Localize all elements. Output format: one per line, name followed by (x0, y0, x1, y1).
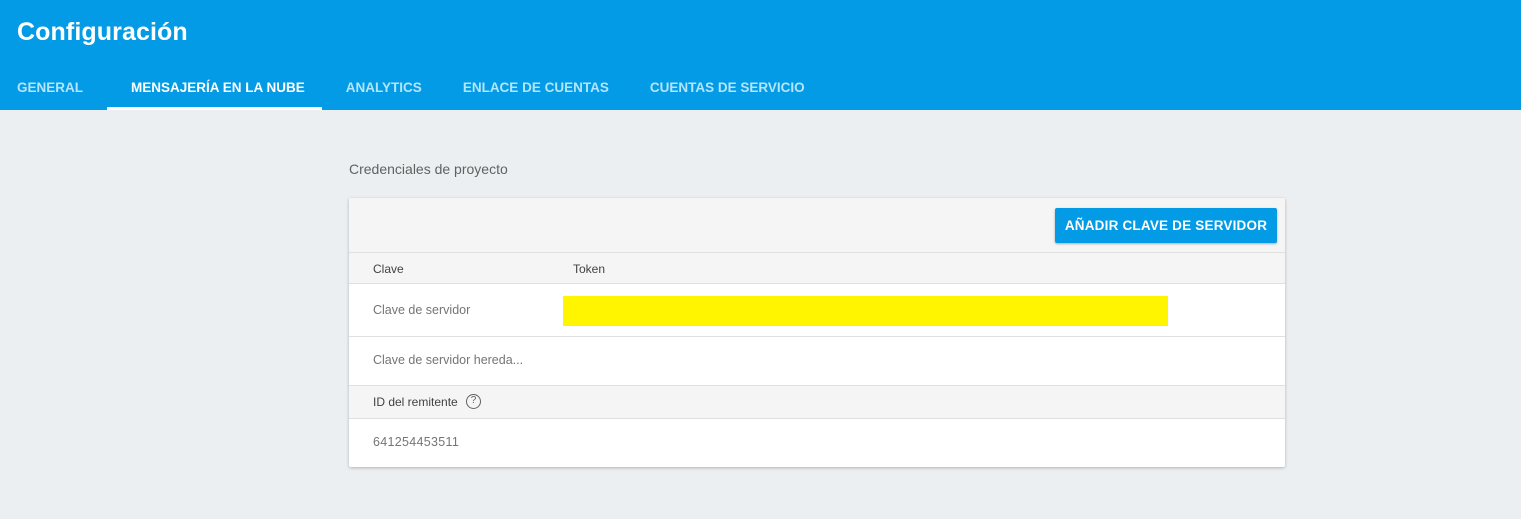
tab-cloud-messaging[interactable]: MENSAJERÍA EN LA NUBE (107, 64, 322, 110)
tab-bar: GENERAL MENSAJERÍA EN LA NUBE ANALYTICS … (0, 64, 822, 110)
sender-id-label: ID del remitente (373, 395, 458, 409)
tab-general[interactable]: GENERAL (0, 64, 107, 110)
legacy-server-key-label: Clave de servidor hereda... (373, 353, 524, 367)
add-server-key-button[interactable]: AÑADIR CLAVE DE SERVIDOR (1055, 208, 1277, 243)
page-title: Configuración (17, 18, 188, 46)
tab-account-linking[interactable]: ENLACE DE CUENTAS (439, 64, 626, 110)
tab-analytics[interactable]: ANALYTICS (322, 64, 439, 110)
column-header-key: Clave (373, 262, 404, 276)
app-header: Configuración GENERAL MENSAJERÍA EN LA N… (0, 0, 1521, 110)
help-circle-icon[interactable]: ? (466, 394, 481, 409)
credentials-card: AÑADIR CLAVE DE SERVIDOR Clave Token Cla… (349, 198, 1285, 467)
sender-id-value: 641254453511 (373, 435, 460, 449)
table-row: Clave de servidor hereda... (349, 337, 1285, 386)
card-toolbar: AÑADIR CLAVE DE SERVIDOR (349, 198, 1285, 253)
section-title: Credenciales de proyecto (349, 161, 508, 177)
table-header: Clave Token (349, 253, 1285, 284)
tab-service-accounts[interactable]: CUENTAS DE SERVICIO (626, 64, 822, 110)
sender-id-header: ID del remitente ? (349, 386, 1285, 419)
token-redacted-block (563, 296, 1168, 326)
table-row: Clave de servidor (349, 284, 1285, 337)
column-header-token: Token (573, 262, 606, 276)
server-key-label: Clave de servidor (373, 303, 471, 317)
sender-id-row: 641254453511 (349, 419, 1285, 466)
